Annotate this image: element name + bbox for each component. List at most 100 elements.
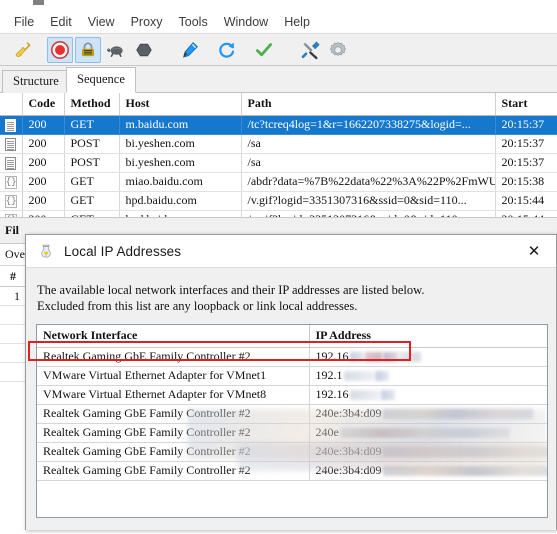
tools-button[interactable] [297,37,323,63]
list-item[interactable]: Realtek Gaming GbE Family Controller #2 … [37,461,547,481]
cell-interface: VMware Virtual Ethernet Adapter for VMne… [37,366,310,386]
ip-address-table: Network Interface IP Address Realtek Gam… [37,325,547,481]
redacted-ip-segment [349,390,380,401]
col-header-path[interactable]: Path [241,93,496,116]
col-header-host[interactable]: Host [119,93,242,116]
charles-proxy-window: File Edit View Proxy Tools Window Help S… [0,0,557,534]
cell-start: 20:15:37 [495,134,557,154]
redacted-ip-segment [382,409,533,420]
col-header-code[interactable]: Code [22,93,65,116]
menu-proxy[interactable]: Proxy [123,13,171,31]
clear-session-button[interactable] [10,37,36,63]
breakpoints-button[interactable] [131,37,157,63]
row-type-icon-cell: {} [0,210,23,217]
cell-ip: 240e:3b4:d09 [309,461,547,481]
cell-host: miao.baidu.com [119,172,242,192]
throttle-button[interactable] [103,37,129,63]
redacted-ip-segment [364,352,382,363]
cell-start: 20:15:37 [495,115,557,135]
col-header-icon[interactable] [0,93,23,116]
ip-prefix: 192.1 [315,368,343,382]
record-toggle-button[interactable] [47,36,73,63]
redacted-ip-segment [343,371,374,382]
cell-host: hpd.baidu.com [119,210,242,217]
list-item[interactable]: Realtek Gaming GbE Family Controller #2 … [37,442,547,462]
menu-window[interactable]: Window [216,13,276,31]
document-icon [5,156,17,170]
session-table-header-row: Code Method Host Path Start [0,93,557,116]
window-top-stub [0,0,557,10]
menu-help[interactable]: Help [276,13,318,31]
menu-view[interactable]: View [80,13,123,31]
row-type-icon-cell [0,153,23,173]
document-icon [5,118,17,132]
document-icon [5,137,17,151]
list-item[interactable]: VMware Virtual Ethernet Adapter for VMne… [37,366,547,386]
redacted-ip-segment [398,352,421,363]
row-type-icon-cell [0,115,23,135]
cell-path: /sa [241,153,496,173]
table-row[interactable]: 200 GET m.baidu.com /tc?tcreq4log=1&r=16… [0,115,557,135]
ip-col-header-address[interactable]: IP Address [309,325,547,348]
redacted-ip-segment [382,466,546,477]
cell-code: 200 [22,191,65,211]
repeat-button[interactable] [214,37,240,63]
cell-path: /abdr?data=%7B%22data%22%3A%22P%2FmWUP..… [241,172,496,192]
redacted-ip-segment [374,371,389,382]
list-item[interactable]: Realtek Gaming GbE Family Controller #2 … [37,347,547,367]
menu-edit[interactable]: Edit [42,13,80,31]
cell-path: /tc?tcreq4log=1&r=1662207338275&logid=..… [241,115,496,135]
redacted-ip-segment [349,352,364,363]
table-row[interactable]: {} 200 GET miao.baidu.com /abdr?data=%7B… [0,172,557,192]
table-row[interactable]: 200 POST bi.yeshen.com /sa 20:15:37 [0,134,557,154]
close-icon[interactable]: ✕ [512,235,556,267]
json-icon: {} [4,175,17,189]
cell-host: bi.yeshen.com [119,153,242,173]
cell-method: POST [64,134,120,154]
tab-sequence[interactable]: Sequence [66,67,136,93]
cell-start: 20:15:44 [495,210,557,217]
cell-method: GET [64,191,120,211]
toolbar [0,33,557,66]
cell-ip: 192.1 [309,366,547,386]
cell-ip: 192.16 [309,347,547,367]
col-header-start[interactable]: Start [495,93,557,116]
col-header-method[interactable]: Method [64,93,120,116]
view-tabstrip: Structure Sequence [0,66,557,93]
table-row[interactable]: {} 200 GET hpd.baidu.com /v.gif?logid=33… [0,210,557,217]
check-icon [255,42,272,56]
cell-method: GET [64,210,120,217]
menu-file[interactable]: File [6,13,42,31]
cell-path: /sa [241,134,496,154]
cell-ip: 240e:3b4:d09 [309,442,547,462]
table-row[interactable]: 200 POST bi.yeshen.com /sa 20:15:37 [0,153,557,173]
dialog-title-bar: Local IP Addresses ✕ [26,235,556,268]
list-item[interactable]: VMware Virtual Ethernet Adapter for VMne… [37,385,547,405]
window-stub-nub [33,0,44,5]
cell-host: m.baidu.com [119,115,242,135]
tab-structure[interactable]: Structure [2,70,70,93]
compose-button[interactable] [177,37,203,63]
tools-icon [301,41,320,59]
cell-start: 20:15:37 [495,153,557,173]
redacted-ip-segment [380,390,395,401]
cell-interface: VMware Virtual Ethernet Adapter for VMne… [37,385,310,405]
ip-col-header-interface[interactable]: Network Interface [37,325,310,348]
validate-button[interactable] [251,37,277,63]
list-item[interactable]: Realtek Gaming GbE Family Controller #2 … [37,423,547,443]
local-ip-addresses-dialog: Local IP Addresses ✕ The available local… [25,234,557,530]
list-item[interactable]: Realtek Gaming GbE Family Controller #2 … [37,404,547,424]
tab-overview[interactable]: Ove [5,247,25,262]
menu-tools[interactable]: Tools [171,13,216,31]
settings-button[interactable] [325,37,351,63]
lock-icon [82,41,94,56]
stop-hexagon-icon [136,43,152,56]
menu-bar: File Edit View Proxy Tools Window Help [0,10,557,33]
redacted-ip-segment [382,447,546,458]
table-row[interactable]: {} 200 GET hpd.baidu.com /v.gif?logid=33… [0,191,557,211]
ssl-proxying-button[interactable] [75,36,101,63]
detail-row-number: 1 [14,289,20,303]
cell-start: 20:15:44 [495,191,557,211]
cell-interface: Realtek Gaming GbE Family Controller #2 [37,423,310,443]
gear-icon [329,41,347,56]
